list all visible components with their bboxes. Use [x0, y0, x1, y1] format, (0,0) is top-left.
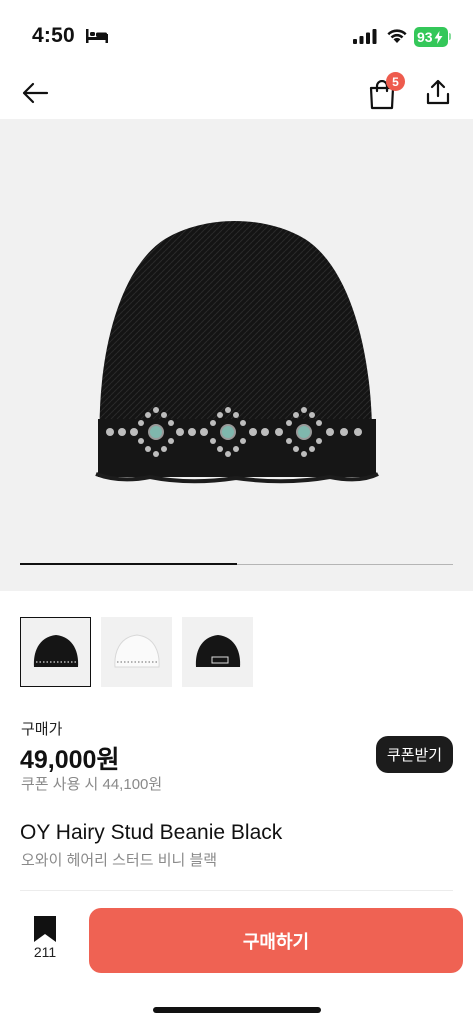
bookmark-button[interactable]: 211	[24, 916, 66, 966]
nav-bar: 5	[0, 66, 473, 118]
thumbnail-black-beanie[interactable]	[20, 617, 91, 687]
battery-cap	[449, 33, 451, 40]
white-beanie-thumbnail	[113, 634, 160, 668]
bookmark-icon	[34, 916, 56, 942]
charging-bolt-icon	[434, 30, 443, 44]
bottom-action-bar: 211 구매하기	[0, 896, 473, 1024]
gallery-progress-track	[20, 563, 453, 565]
buy-button[interactable]: 구매하기	[89, 908, 463, 973]
coupon-price: 쿠폰 사용 시 44,100원	[21, 776, 163, 793]
bookmark-count: 211	[33, 944, 57, 960]
bed-icon	[86, 29, 108, 43]
wifi-icon	[387, 29, 407, 43]
get-coupon-button[interactable]: 쿠폰받기	[376, 736, 453, 773]
back-button[interactable]	[18, 76, 52, 110]
share-icon	[426, 79, 450, 105]
divider	[20, 890, 453, 891]
status-bar: 4:50 93	[0, 0, 473, 66]
battery-level: 93	[417, 29, 433, 45]
product-image-gallery[interactable]	[0, 119, 473, 591]
black-beanie-thumbnail	[33, 635, 78, 667]
arrow-left-icon	[22, 82, 49, 104]
thumbnail-black-beanie-label[interactable]	[182, 617, 253, 687]
price-label: 구매가	[21, 721, 63, 738]
product-name: OY Hairy Stud Beanie Black	[20, 821, 283, 844]
home-indicator	[153, 1007, 321, 1013]
thumbnail-strip	[20, 617, 253, 687]
gallery-progress-indicator	[20, 563, 237, 565]
share-button[interactable]	[420, 74, 456, 110]
cart-count-badge: 5	[386, 72, 405, 91]
cellular-signal-icon	[353, 29, 377, 44]
product-name-korean: 오와이 헤어리 스터드 비니 블랙	[21, 852, 218, 869]
status-time: 4:50	[32, 24, 75, 47]
battery-icon: 93	[414, 27, 448, 47]
black-beanie-back-thumbnail	[195, 635, 240, 667]
thumbnail-white-beanie[interactable]	[101, 617, 172, 687]
black-beanie-image	[95, 221, 379, 484]
shopping-bag-button[interactable]: 5	[364, 72, 405, 110]
product-price: 49,000원	[20, 746, 120, 774]
